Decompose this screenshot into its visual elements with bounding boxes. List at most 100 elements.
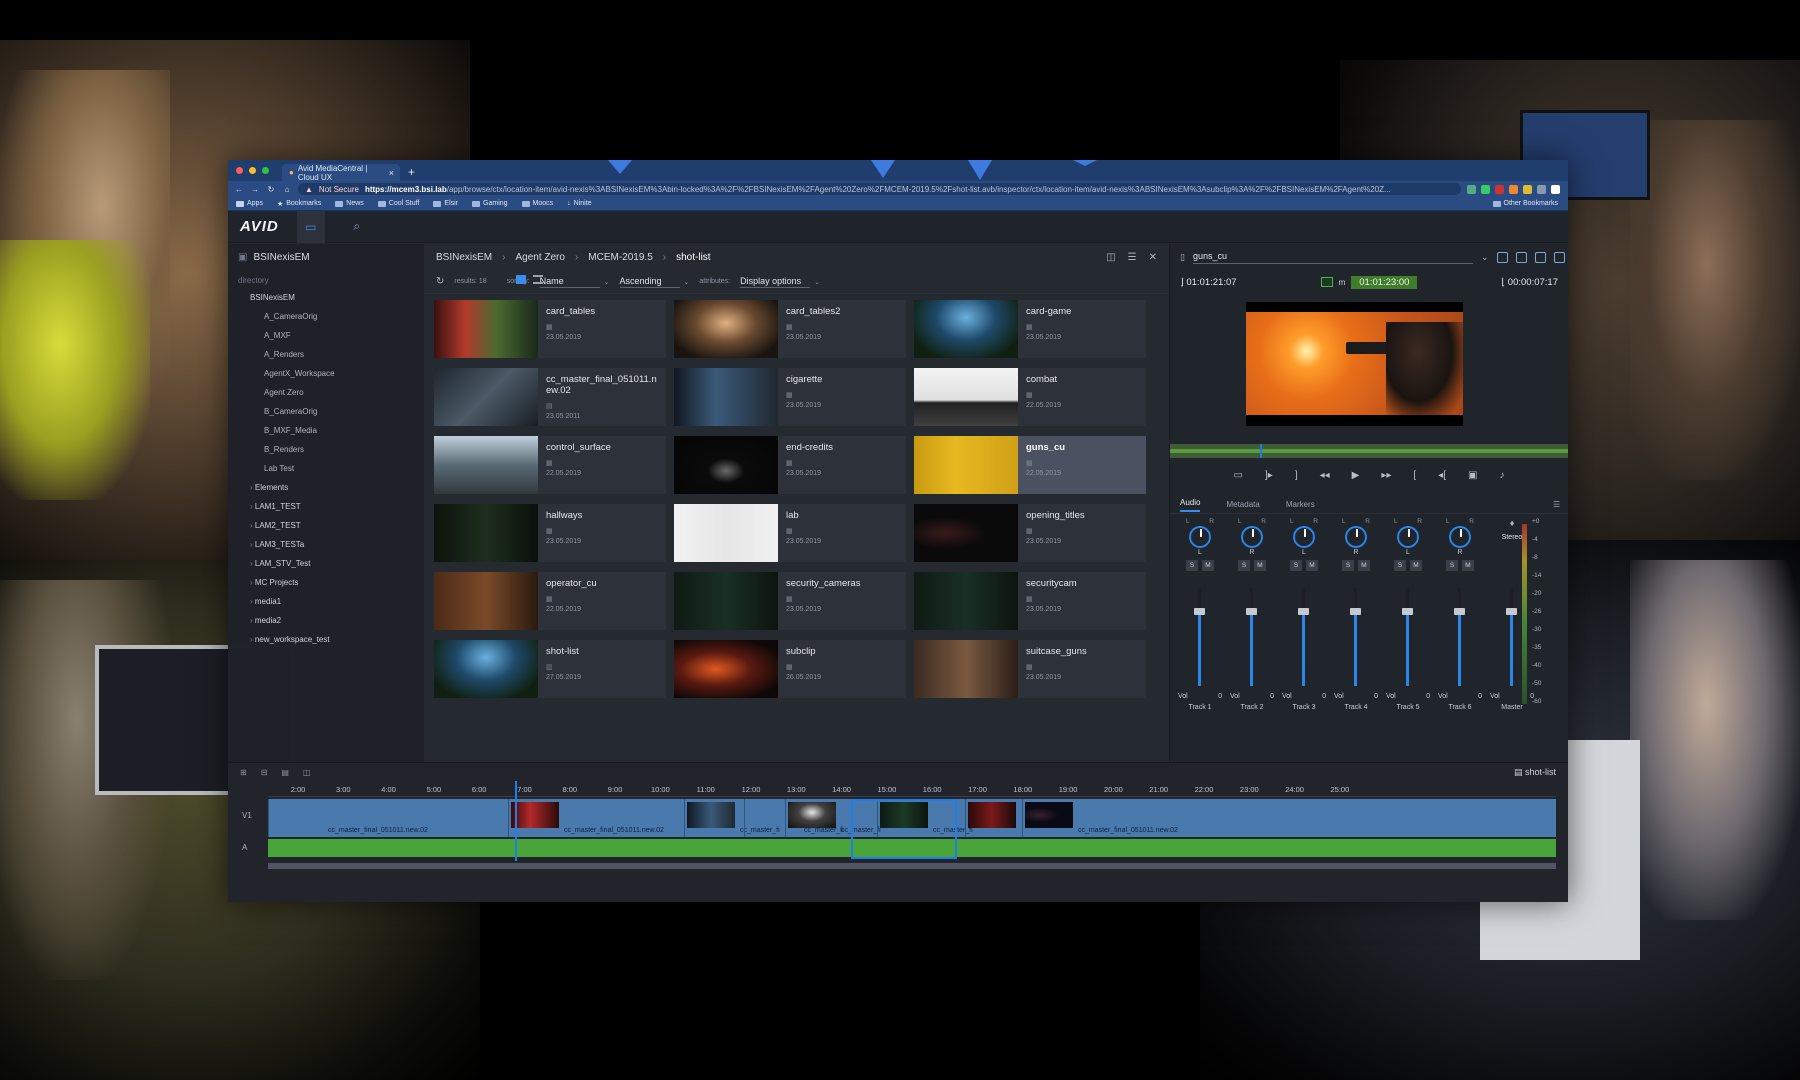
solo-button[interactable]: S	[1290, 560, 1302, 571]
asset-card[interactable]: card-game ▦ 23.05.2019	[914, 300, 1146, 358]
other-bookmarks[interactable]: Other Bookmarks	[1492, 200, 1558, 207]
sidebar-item[interactable]: A_Renders	[228, 345, 424, 364]
grid-view-icon[interactable]	[516, 275, 526, 284]
asset-card[interactable]: cc_master_final_051011.new.02 ▤ 23.05.2011	[434, 368, 666, 426]
audio-scrub-icon[interactable]: ♪	[1499, 470, 1504, 481]
sidebar-item[interactable]: A_MXF	[228, 326, 424, 345]
url-input[interactable]: ▲ Not Secure https://mcem3.bsi.lab/app/b…	[298, 183, 1461, 195]
timeline-playhead[interactable]	[515, 781, 517, 861]
asset-card[interactable]: operator_cu ▦ 22.05.2019	[434, 572, 666, 630]
fader-handle[interactable]	[1402, 608, 1413, 615]
bookmark-gaming[interactable]: Gaming	[472, 200, 508, 207]
extension-icon[interactable]	[1467, 184, 1476, 194]
sidebar-item[interactable]: BSINexisEM	[228, 288, 424, 307]
scrub-bar[interactable]	[1170, 444, 1568, 458]
master-fader[interactable]	[1506, 588, 1517, 686]
asset-card[interactable]: card_tables2 ▦ 23.05.2019	[674, 300, 906, 358]
tool-icon[interactable]: ⊞	[240, 768, 247, 777]
browser-tab[interactable]: ● Avid MediaCentral | Cloud UX ×	[282, 164, 400, 182]
bookmark-apps[interactable]: Apps	[236, 200, 263, 207]
search-app-icon[interactable]: ⌕	[343, 211, 371, 243]
sidebar-item[interactable]: › LAM_STV_Test	[228, 554, 424, 573]
monitor-icon[interactable]	[1515, 251, 1527, 263]
sidebar-item[interactable]: A_CameraOrig	[228, 307, 424, 326]
solo-button[interactable]: S	[1186, 560, 1198, 571]
asset-card[interactable]: cigarette ▦ 23.05.2019	[674, 368, 906, 426]
volume-fader[interactable]	[1454, 588, 1465, 686]
menu-icon[interactable]: ☰	[1128, 252, 1137, 263]
breadcrumb-item[interactable]: BSINexisEM	[436, 252, 492, 263]
asset-card[interactable]: card_tables ▦ 23.05.2019	[434, 300, 666, 358]
asset-card[interactable]: guns_cu ▦ 22.05.2019	[914, 436, 1146, 494]
extension-icon[interactable]	[1481, 184, 1490, 194]
pan-knob[interactable]	[1397, 526, 1419, 548]
sidebar-item[interactable]: › LAM2_TEST	[228, 516, 424, 535]
breadcrumb-item[interactable]: Agent Zero	[515, 252, 564, 263]
fullscreen-icon[interactable]: ▣	[1468, 470, 1477, 481]
breadcrumb-item[interactable]: MCEM-2019.5	[588, 252, 652, 263]
fader-handle[interactable]	[1454, 608, 1465, 615]
sidebar-item[interactable]: › LAM3_TESTa	[228, 535, 424, 554]
solo-button[interactable]: S	[1446, 560, 1458, 571]
asset-card[interactable]: subclip ▦ 26.05.2019	[674, 640, 906, 698]
mute-button[interactable]: M	[1306, 560, 1318, 571]
fader-handle[interactable]	[1350, 608, 1361, 615]
order-select[interactable]: Ascending	[619, 276, 680, 288]
sidebar-item[interactable]: › LAM1_TEST	[228, 497, 424, 516]
asset-title[interactable]: guns_cu	[1192, 251, 1473, 264]
asset-card[interactable]: end-credits ▦ 23.05.2019	[674, 436, 906, 494]
asset-card[interactable]: securitycam ▦ 23.05.2019	[914, 572, 1146, 630]
close-window-button[interactable]	[236, 167, 243, 174]
volume-fader[interactable]	[1194, 588, 1205, 686]
bookmark-ninite[interactable]: ↓ Ninite	[567, 200, 591, 207]
scrub-playhead[interactable]	[1260, 444, 1262, 458]
browse-app-icon[interactable]: ▭	[296, 210, 325, 243]
asset-card[interactable]: combat ▦ 22.05.2019	[914, 368, 1146, 426]
mute-button[interactable]: M	[1462, 560, 1474, 571]
tab-metadata[interactable]: Metadata	[1226, 500, 1259, 509]
sidebar-root[interactable]: ▣ BSINexisEM	[228, 252, 424, 273]
maximize-window-button[interactable]	[262, 167, 269, 174]
tool-icon[interactable]: ▤	[281, 768, 289, 777]
pan-knob[interactable]	[1345, 526, 1367, 548]
expand-icon[interactable]	[1553, 251, 1565, 263]
extension-icon[interactable]	[1495, 184, 1504, 194]
fader-handle[interactable]	[1506, 608, 1517, 615]
tool-icon[interactable]: ⊟	[261, 768, 268, 777]
asset-card[interactable]: control_surface ▦ 22.05.2019	[434, 436, 666, 494]
layout-icon[interactable]: ◫	[1106, 252, 1115, 263]
mark-out-icon[interactable]: ]	[1295, 470, 1298, 481]
go-to-out-icon[interactable]: ◂[	[1438, 470, 1446, 481]
asset-card[interactable]: shot-list ▥ 27.05.2019	[434, 640, 666, 698]
tab-audio[interactable]: Audio	[1180, 498, 1201, 512]
extension-icon[interactable]	[1523, 184, 1532, 194]
sidebar-item[interactable]: › media2	[228, 611, 424, 630]
close-icon[interactable]: ✕	[1149, 252, 1157, 263]
home-icon[interactable]: ⌂	[282, 185, 292, 194]
sidebar-item[interactable]: AgentX_Workspace	[228, 364, 424, 383]
asset-card[interactable]: suitcase_guns ▦ 23.05.2019	[914, 640, 1146, 698]
extension-icon[interactable]	[1537, 184, 1546, 194]
bookmark-elsir[interactable]: Elsir	[433, 200, 458, 207]
timeline-scrollbar[interactable]	[268, 863, 1556, 869]
new-tab-button[interactable]: +	[408, 163, 415, 181]
volume-fader[interactable]	[1402, 588, 1413, 686]
video-player[interactable]	[1246, 302, 1463, 426]
pan-knob[interactable]	[1293, 526, 1315, 548]
asset-card[interactable]: security_cameras ▦ 23.05.2019	[674, 572, 906, 630]
sidebar-item[interactable]: B_CameraOrig	[228, 402, 424, 421]
go-to-in-icon[interactable]: ]▸	[1265, 470, 1273, 481]
mute-button[interactable]: M	[1410, 560, 1422, 571]
sidebar-item[interactable]: › new_workspace_test	[228, 630, 424, 649]
extension-icon[interactable]	[1509, 184, 1518, 194]
bookmark-news[interactable]: News	[335, 200, 364, 207]
sidebar-item[interactable]: B_Renders	[228, 440, 424, 459]
solo-button[interactable]: S	[1238, 560, 1250, 571]
refresh-icon[interactable]: ↻	[436, 276, 444, 287]
sidebar-item[interactable]: › media1	[228, 592, 424, 611]
sidebar-item[interactable]: Agent Zero	[228, 383, 424, 402]
minimize-window-button[interactable]	[249, 167, 256, 174]
pan-knob[interactable]	[1449, 526, 1471, 548]
safe-area-icon[interactable]: ▭	[1234, 470, 1243, 481]
asset-card[interactable]: hallways ▦ 23.05.2019	[434, 504, 666, 562]
